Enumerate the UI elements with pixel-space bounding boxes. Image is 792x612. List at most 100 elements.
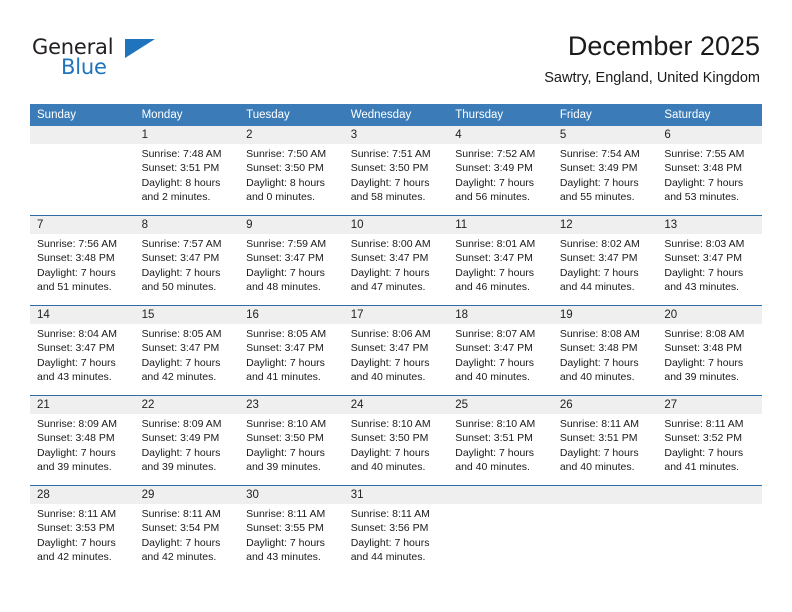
daylight-text-line2: and 41 minutes.: [246, 370, 321, 383]
day-cell: Sunrise: 8:10 AM Sunset: 3:51 PM Dayligh…: [448, 414, 553, 486]
day-number: 29: [134, 485, 240, 504]
sunset-text: Sunset: 3:47 PM: [246, 252, 324, 265]
daylight-text-line1: Daylight: 7 hours: [37, 536, 116, 549]
daylight-text-line2: and 43 minutes.: [664, 280, 740, 293]
day-number: 25: [448, 395, 553, 414]
daylight-text-line1: Daylight: 7 hours: [141, 536, 221, 549]
week-4-daynumber-row: 21 22 23 24 25 26 27: [30, 395, 762, 414]
day-cell: Sunrise: 8:08 AM Sunset: 3:48 PM Dayligh…: [552, 324, 658, 396]
day-number: 11: [448, 215, 553, 234]
day-cell: Sunrise: 7:48 AM Sunset: 3:51 PM Dayligh…: [134, 144, 240, 216]
day-number: 26: [552, 395, 658, 414]
day-cell: Sunrise: 7:52 AM Sunset: 3:49 PM Dayligh…: [448, 144, 553, 216]
sunrise-text: Sunrise: 8:08 AM: [559, 328, 640, 340]
week-4-detail-row: Sunrise: 8:09 AM Sunset: 3:48 PM Dayligh…: [30, 414, 762, 486]
column-header-wednesday: Wednesday: [343, 104, 449, 126]
sunrise-text: Sunrise: 8:07 AM: [455, 328, 536, 340]
sunrise-text: Sunrise: 8:00 AM: [350, 238, 431, 250]
day-number: 6: [657, 126, 762, 144]
daylight-text-line1: Daylight: 7 hours: [350, 176, 430, 189]
week-3-detail-row: Sunrise: 8:04 AM Sunset: 3:47 PM Dayligh…: [30, 324, 762, 396]
day-cell: Sunrise: 8:04 AM Sunset: 3:47 PM Dayligh…: [30, 324, 135, 396]
sunrise-text: Sunrise: 8:10 AM: [455, 418, 536, 430]
day-number: 21: [30, 395, 135, 414]
daylight-text-line1: Daylight: 7 hours: [559, 446, 639, 459]
sunset-text: Sunset: 3:48 PM: [664, 342, 743, 355]
daylight-text-line1: Daylight: 7 hours: [350, 446, 430, 459]
day-cell: [657, 504, 762, 575]
day-number: 5: [552, 126, 658, 144]
daylight-text-line1: Daylight: 8 hours: [141, 176, 221, 189]
daylight-text-line1: Daylight: 7 hours: [559, 176, 639, 189]
sunrise-text: Sunrise: 7:55 AM: [664, 148, 745, 160]
day-cell: Sunrise: 8:11 AM Sunset: 3:55 PM Dayligh…: [239, 504, 344, 575]
day-cell: Sunrise: 8:11 AM Sunset: 3:52 PM Dayligh…: [657, 414, 762, 486]
column-header-thursday: Thursday: [448, 104, 553, 126]
week-5-daynumber-row: 28 29 30 31: [30, 485, 762, 504]
sunset-text: Sunset: 3:49 PM: [141, 432, 220, 445]
sunrise-text: Sunrise: 8:01 AM: [455, 238, 536, 250]
day-cell: Sunrise: 8:06 AM Sunset: 3:47 PM Dayligh…: [343, 324, 449, 396]
day-cell: Sunrise: 7:59 AM Sunset: 3:47 PM Dayligh…: [239, 234, 344, 306]
daylight-text-line2: and 58 minutes.: [350, 190, 426, 203]
daylight-text-line1: Daylight: 7 hours: [37, 446, 116, 459]
daylight-text-line2: and 55 minutes.: [559, 190, 635, 203]
sunset-text: Sunset: 3:48 PM: [559, 342, 638, 355]
sunrise-text: Sunrise: 8:11 AM: [350, 508, 430, 520]
day-number: [657, 485, 762, 504]
day-cell: Sunrise: 8:05 AM Sunset: 3:47 PM Dayligh…: [239, 324, 344, 396]
sunrise-text: Sunrise: 8:11 AM: [141, 508, 221, 520]
daylight-text-line2: and 40 minutes.: [559, 460, 635, 473]
day-cell: Sunrise: 8:08 AM Sunset: 3:48 PM Dayligh…: [657, 324, 762, 396]
daylight-text-line2: and 40 minutes.: [350, 370, 426, 383]
daylight-text-line2: and 50 minutes.: [141, 280, 217, 293]
sunrise-text: Sunrise: 8:08 AM: [664, 328, 745, 340]
daylight-text-line1: Daylight: 7 hours: [559, 266, 639, 279]
daylight-text-line2: and 42 minutes.: [141, 370, 217, 383]
day-number: 30: [239, 485, 344, 504]
daylight-text-line2: and 39 minutes.: [664, 370, 740, 383]
sunrise-text: Sunrise: 7:54 AM: [559, 148, 640, 160]
weekday-header-row: Sunday Monday Tuesday Wednesday Thursday…: [30, 104, 762, 126]
day-number: 19: [552, 305, 658, 324]
sunset-text: Sunset: 3:47 PM: [455, 342, 533, 355]
day-cell: Sunrise: 8:09 AM Sunset: 3:49 PM Dayligh…: [134, 414, 240, 486]
sunrise-text: Sunrise: 8:02 AM: [559, 238, 640, 250]
day-number: 28: [30, 485, 135, 504]
sunrise-text: Sunrise: 8:10 AM: [246, 418, 327, 430]
sunset-text: Sunset: 3:48 PM: [37, 252, 115, 265]
day-number: 18: [448, 305, 553, 324]
sunrise-text: Sunrise: 8:03 AM: [664, 238, 745, 250]
sunrise-text: Sunrise: 7:52 AM: [455, 148, 536, 160]
sunset-text: Sunset: 3:50 PM: [246, 162, 324, 175]
day-cell: Sunrise: 7:51 AM Sunset: 3:50 PM Dayligh…: [343, 144, 449, 216]
daylight-text-line1: Daylight: 7 hours: [350, 536, 430, 549]
calendar-page: General Blue December 2025 Sawtry, Engla…: [0, 0, 792, 612]
sunset-text: Sunset: 3:51 PM: [141, 162, 220, 175]
daylight-text-line1: Daylight: 7 hours: [246, 356, 325, 369]
day-cell: [448, 504, 553, 575]
sunset-text: Sunset: 3:51 PM: [559, 432, 638, 445]
sunrise-text: Sunrise: 8:11 AM: [559, 418, 639, 430]
daylight-text-line2: and 40 minutes.: [455, 460, 530, 473]
daylight-text-line2: and 56 minutes.: [455, 190, 530, 203]
daylight-text-line1: Daylight: 7 hours: [455, 176, 535, 189]
sunrise-text: Sunrise: 7:48 AM: [141, 148, 222, 160]
daylight-text-line2: and 53 minutes.: [664, 190, 740, 203]
sunrise-text: Sunrise: 7:51 AM: [350, 148, 431, 160]
page-title: December 2025: [567, 31, 760, 61]
day-cell: Sunrise: 8:10 AM Sunset: 3:50 PM Dayligh…: [239, 414, 344, 486]
day-cell: Sunrise: 8:10 AM Sunset: 3:50 PM Dayligh…: [343, 414, 449, 486]
daylight-text-line2: and 42 minutes.: [37, 550, 112, 563]
day-number: 12: [552, 215, 658, 234]
sunrise-text: Sunrise: 8:09 AM: [141, 418, 222, 430]
sunset-text: Sunset: 3:49 PM: [455, 162, 533, 175]
daylight-text-line1: Daylight: 7 hours: [455, 266, 535, 279]
daylight-text-line1: Daylight: 7 hours: [141, 266, 221, 279]
daylight-text-line2: and 40 minutes.: [350, 460, 426, 473]
sunrise-text: Sunrise: 8:10 AM: [350, 418, 431, 430]
column-header-sunday: Sunday: [30, 104, 135, 126]
day-number: [552, 485, 658, 504]
sunset-text: Sunset: 3:47 PM: [141, 252, 220, 265]
day-number: 4: [448, 126, 553, 144]
